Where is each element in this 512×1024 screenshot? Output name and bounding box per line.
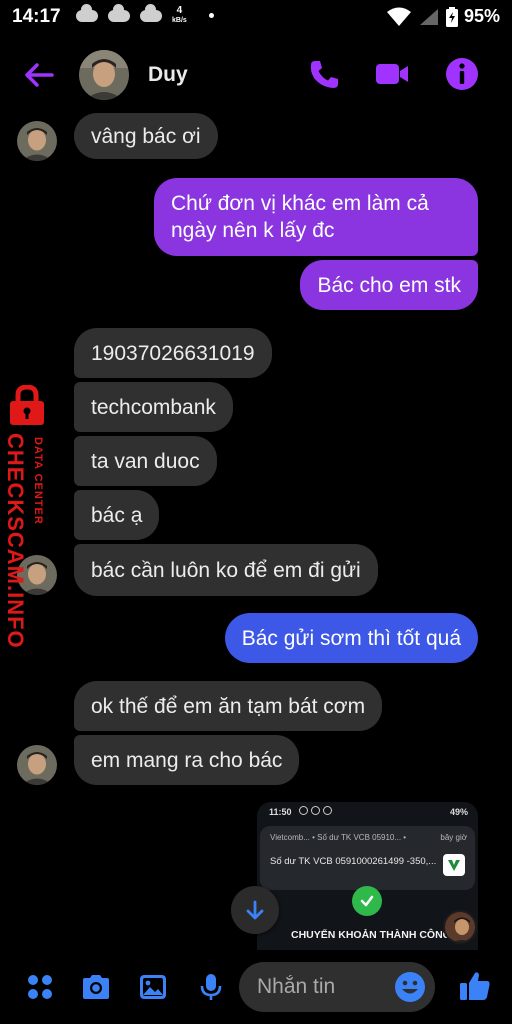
message-line: Chứ đơn vị khác em làm cả: [171, 192, 429, 215]
cloud-icon: [140, 4, 162, 22]
attachment-status-bar: 11:50 49%: [257, 802, 478, 822]
cloud-icon: [108, 4, 130, 22]
back-arrow-icon[interactable]: [22, 58, 56, 92]
more-actions-icon[interactable]: [24, 971, 56, 1003]
attachment-status-icons: [299, 806, 332, 815]
contact-name[interactable]: Duy: [148, 63, 188, 87]
checkmark-icon: [352, 886, 382, 916]
video-call-icon[interactable]: [374, 56, 410, 92]
message-bubble-incoming[interactable]: vâng bác ơi: [74, 113, 218, 159]
signal-icon: [419, 8, 438, 25]
watermark: CHECKSCAM.INFO DATA CENTER: [0, 385, 62, 649]
message-composer: [0, 956, 512, 1018]
attachment-battery: 49%: [449, 807, 468, 817]
image-attachment[interactable]: 11:50 49% Vietcomb... • Số dư TK VCB 059…: [257, 802, 478, 950]
message-bubble-incoming[interactable]: techcombank: [74, 382, 233, 432]
watermark-text: CHECKSCAM.INFO: [3, 433, 28, 649]
weather-icons: [76, 4, 162, 22]
message-bubble-incoming[interactable]: bác cần luôn ko để em đi gửi: [74, 544, 378, 596]
battery-percent: 95%: [463, 6, 500, 26]
notification-body: Số dư TK VCB 0591000261499 -350,...: [270, 856, 437, 867]
contact-avatar[interactable]: [79, 50, 129, 100]
message-bubble-outgoing[interactable]: Bác cho em stk: [300, 260, 478, 310]
bank-logo-icon: [443, 854, 465, 876]
network-speed-unit: kB/s: [172, 17, 187, 24]
status-right: 95%: [386, 6, 500, 27]
arrow-down-icon: [246, 900, 264, 920]
thumbs-up-icon[interactable]: [458, 969, 492, 1003]
phone-icon[interactable]: [306, 56, 342, 92]
notification-dot-icon: [209, 13, 214, 18]
scroll-to-bottom-button[interactable]: [231, 886, 279, 934]
notification-time: bây giờ: [440, 833, 467, 842]
notification-app-line: Vietcomb... • Số dư TK VCB 05910... •: [270, 833, 407, 842]
message-bubble-incoming[interactable]: 19037026631019: [74, 328, 272, 378]
wifi-icon: [386, 7, 411, 26]
chat-header: Duy: [0, 42, 512, 106]
status-bar: 14:17 4 kB/s 95%: [0, 0, 512, 36]
network-speed-value: 4: [176, 5, 183, 16]
attachment-time: 11:50: [269, 807, 292, 817]
sender-avatar[interactable]: [17, 121, 57, 161]
message-bubble-incoming[interactable]: ta van duoc: [74, 436, 217, 486]
cloud-icon: [76, 4, 98, 22]
message-bubble-outgoing[interactable]: Chứ đơn vị khác em làm cả ngày nên k lấy…: [154, 178, 478, 256]
bank-notification: Vietcomb... • Số dư TK VCB 05910... • bâ…: [260, 826, 475, 890]
message-bubble-incoming[interactable]: bác ạ: [74, 490, 160, 540]
message-bubble-incoming[interactable]: ok thế để em ăn tạm bát cơm: [74, 681, 383, 731]
lock-icon: [10, 385, 44, 425]
message-bubble-outgoing[interactable]: Bác gửi sơm thì tốt quá: [224, 613, 478, 663]
info-icon[interactable]: [444, 56, 480, 92]
battery-icon: [445, 6, 458, 27]
transfer-success-text: CHUYỂN KHOẢN THÀNH CÔNG: [291, 929, 451, 941]
microphone-icon[interactable]: [195, 971, 227, 1003]
seen-avatar: [443, 910, 477, 944]
emoji-icon[interactable]: [393, 970, 427, 1004]
status-time: 14:17: [12, 6, 61, 27]
watermark-subtext: DATA CENTER: [32, 437, 44, 525]
camera-icon[interactable]: [80, 971, 112, 1003]
message-bubble-incoming[interactable]: em mang ra cho bác: [74, 735, 300, 785]
sender-avatar[interactable]: [17, 745, 57, 785]
message-line: ngày nên k lấy đc: [171, 219, 335, 242]
network-speed: 4 kB/s: [172, 6, 187, 26]
gallery-icon[interactable]: [137, 971, 169, 1003]
